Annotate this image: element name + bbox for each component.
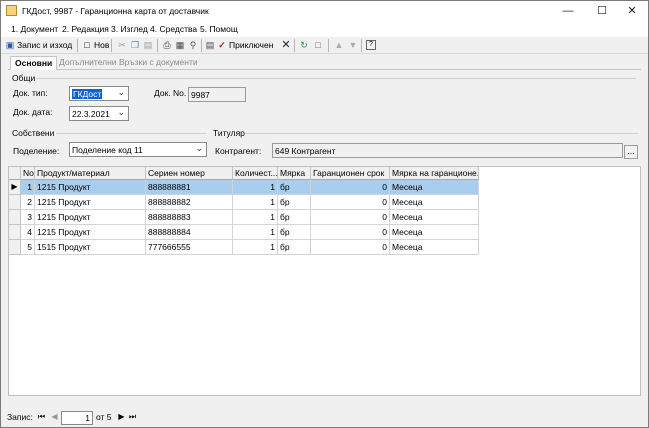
doc-type-label: Док. тип: xyxy=(13,88,48,98)
column-header[interactable]: Мярка xyxy=(278,167,311,180)
window-title: ГКДост, 9987 - Гаранционна карта от дост… xyxy=(22,6,209,16)
doc-no-field[interactable]: 9987 xyxy=(188,87,246,102)
print-preview-icon[interactable]: ▦ xyxy=(175,40,185,50)
chevron-down-icon: ⌄ xyxy=(117,107,125,117)
doc-date-label: Док. дата: xyxy=(13,107,53,117)
group-owners-label: Собствени xyxy=(12,128,55,138)
column-header[interactable]: Сериен номер xyxy=(146,167,233,180)
document-icon[interactable]: ▤ xyxy=(205,40,215,50)
tab-main[interactable]: Основни xyxy=(10,56,58,71)
tab-strip: Основни Допълнителни Връзки с документи xyxy=(8,56,641,71)
group-divider xyxy=(245,133,638,134)
current-record-input[interactable]: 1 xyxy=(61,411,93,425)
record-label: Запис: xyxy=(7,412,33,422)
menu-help[interactable]: 5. Помощ xyxy=(200,24,238,34)
group-holder-label: Титуляр xyxy=(213,128,245,138)
group-divider xyxy=(56,133,206,134)
close-icon[interactable]: ✕ xyxy=(616,1,648,21)
tab-additional[interactable]: Допълнителни xyxy=(55,56,121,70)
copy-icon[interactable]: ❐ xyxy=(130,40,140,50)
find-icon[interactable]: ⚲ xyxy=(188,40,198,50)
column-header[interactable]: Продукт/материал xyxy=(35,167,146,180)
app-window: ГКДост, 9987 - Гаранционна карта от дост… xyxy=(0,0,649,428)
toolbar-separator xyxy=(361,39,362,52)
checkmark-icon: ✓ xyxy=(218,40,226,50)
next-record-icon[interactable]: ▶ xyxy=(116,412,127,423)
toolbar-separator xyxy=(77,39,78,52)
column-header[interactable]: Мярка на гаранционе... xyxy=(390,167,479,180)
document-header-panel: Общи Док. тип: ГКДост ⌄ Док. No. 9987 До… xyxy=(8,70,641,165)
contractor-label: Контрагент: xyxy=(215,146,262,156)
tab-links[interactable]: Връзки с документи xyxy=(115,56,202,70)
column-header[interactable]: No. xyxy=(21,167,35,180)
toolbar-separator xyxy=(294,39,295,52)
blank-page-icon[interactable]: □ xyxy=(313,40,323,50)
row-indicator xyxy=(9,225,21,240)
record-navigator: Запис: ⏮ ◀ 1 от 5 ▶ ⏭ xyxy=(1,406,648,427)
cut-icon[interactable]: ✂ xyxy=(117,40,127,50)
toolbar-separator xyxy=(157,39,158,52)
record-count: от 5 xyxy=(96,412,112,422)
contractor-field[interactable]: 649 Контрагент xyxy=(272,143,623,158)
group-general-label: Общи xyxy=(12,73,36,83)
last-record-icon[interactable]: ⏭ xyxy=(127,412,138,423)
division-label: Поделение: xyxy=(13,146,60,156)
chevron-down-icon: ⌄ xyxy=(195,143,203,153)
row-indicator xyxy=(9,210,21,225)
menu-tools[interactable]: 4. Средства xyxy=(150,24,197,34)
app-icon xyxy=(6,5,17,16)
toolbar-separator xyxy=(201,39,202,52)
minimize-icon[interactable]: — xyxy=(552,1,584,21)
arrow-down-icon[interactable]: ▼ xyxy=(348,40,358,50)
items-grid[interactable]: No. Продукт/материал Сериен номер Количе… xyxy=(8,166,641,396)
doc-type-select[interactable]: ГКДост ⌄ xyxy=(69,86,129,101)
title-bar: ГКДост, 9987 - Гаранционна карта от дост… xyxy=(1,1,648,21)
column-header[interactable]: Количест... xyxy=(233,167,278,180)
column-header[interactable]: Гаранционен срок xyxy=(311,167,390,180)
header-corner xyxy=(9,167,21,180)
row-indicator xyxy=(9,195,21,210)
paste-icon[interactable]: ▤ xyxy=(143,40,153,50)
arrow-up-icon[interactable]: ▲ xyxy=(334,40,344,50)
doc-date-picker[interactable]: 22.3.2021 ⌄ xyxy=(69,106,129,121)
toolbar: ▣ Запис и изход □ Нов ✂ ❐ ▤ ⎙ ▦ ⚲ ▤ ✓ Пр… xyxy=(1,37,648,54)
first-record-icon[interactable]: ⏮ xyxy=(36,412,47,423)
refresh-icon[interactable]: ↻ xyxy=(299,40,309,50)
toolbar-separator xyxy=(111,39,112,52)
division-select[interactable]: Поделение код 11 ⌄ xyxy=(69,142,207,157)
print-icon[interactable]: ⎙ xyxy=(162,40,172,50)
current-row-indicator-icon: ▶ xyxy=(9,180,21,195)
menu-document[interactable]: 1. Документ xyxy=(11,24,58,34)
previous-record-icon[interactable]: ◀ xyxy=(49,412,60,423)
toolbar-separator xyxy=(328,39,329,52)
menu-bar: 1. Документ 2. Редакция 3. Изглед 4. Сре… xyxy=(1,21,648,37)
save-icon: ▣ xyxy=(5,40,15,50)
delete-icon[interactable]: ✕ xyxy=(281,40,291,51)
menu-edit[interactable]: 2. Редакция xyxy=(62,24,109,34)
menu-view[interactable]: 3. Изглед xyxy=(111,24,148,34)
chevron-down-icon: ⌄ xyxy=(117,87,125,97)
contractor-browse-button[interactable]: ... xyxy=(624,145,638,159)
new-document-icon: □ xyxy=(84,40,90,50)
doc-no-label: Док. No. xyxy=(154,88,187,98)
group-divider xyxy=(36,78,636,79)
maximize-icon[interactable]: ☐ xyxy=(586,1,618,21)
row-indicator xyxy=(9,240,21,255)
help-icon[interactable]: ? xyxy=(366,40,376,50)
